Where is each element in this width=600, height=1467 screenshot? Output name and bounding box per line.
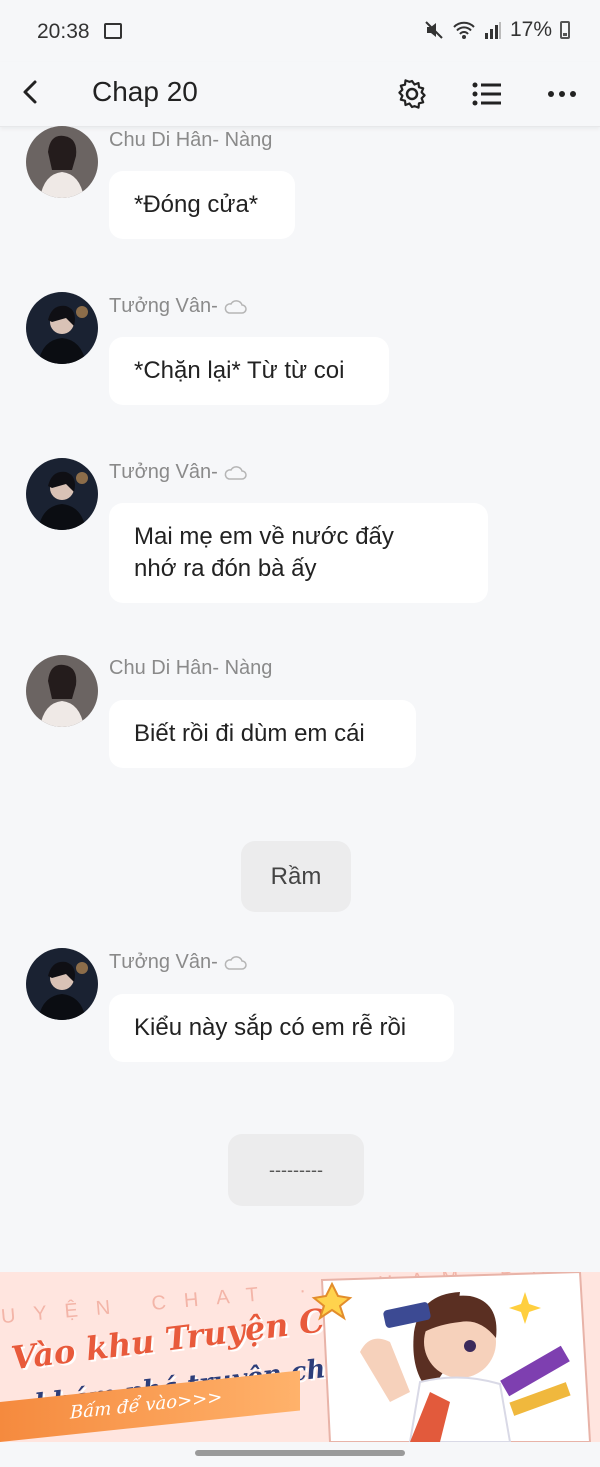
mute-icon (425, 21, 443, 39)
avatar[interactable] (26, 948, 98, 1020)
sender-name: Chu Di Hân- Nàng (109, 129, 273, 151)
page-title: Chap 20 (92, 76, 198, 107)
battery-percent: 17% (509, 18, 552, 41)
avatar[interactable] (26, 458, 98, 530)
sender-name: Chu Di Hân- Nàng (109, 657, 273, 679)
message-bubble[interactable]: *Chặn lại* Từ từ coi (109, 337, 389, 405)
avatar[interactable] (26, 655, 98, 727)
cloud-icon (224, 299, 248, 314)
more-icon[interactable] (542, 74, 582, 114)
message-bubble[interactable]: *Đóng cửa* (109, 171, 295, 239)
back-arrow-icon[interactable] (16, 72, 46, 112)
banner-illustration (311, 1272, 592, 1442)
top-bar: Chap 20 (0, 62, 600, 127)
cloud-icon (224, 465, 248, 480)
system-message: Rầm (241, 841, 351, 912)
gear-icon[interactable] (392, 74, 432, 114)
sender-name: Tưởng Vân- (109, 295, 248, 318)
gallery-icon (104, 23, 122, 39)
sender-name: Tưởng Vân- (109, 461, 248, 484)
cloud-icon (224, 955, 248, 970)
promo-banner[interactable]: UYỆN CHAT · KHÁM PHÁ Vào khu Truyện Chat… (0, 1272, 600, 1442)
avatar[interactable] (26, 292, 98, 364)
status-time: 20:38 (37, 20, 90, 43)
system-divider: --------- (228, 1134, 364, 1206)
status-icons: 17% (424, 18, 570, 42)
avatar[interactable] (26, 126, 98, 198)
signal-icon (484, 22, 501, 39)
sender-name: Tưởng Vân- (109, 951, 248, 974)
message-bubble[interactable]: Biết rồi đi dùm em cái (109, 700, 416, 768)
battery-icon (560, 21, 570, 39)
home-indicator[interactable] (195, 1450, 405, 1456)
list-icon[interactable] (467, 74, 507, 114)
wifi-icon (453, 21, 475, 39)
banner-cta-label: Bấm để vào>>> (70, 1386, 223, 1424)
message-bubble[interactable]: Kiểu này sắp có em rễ rồi (109, 994, 454, 1062)
status-bar: 20:38 17% (0, 0, 600, 62)
message-bubble[interactable]: Mai mẹ em về nước đấy nhớ ra đón bà ấy (109, 503, 488, 603)
